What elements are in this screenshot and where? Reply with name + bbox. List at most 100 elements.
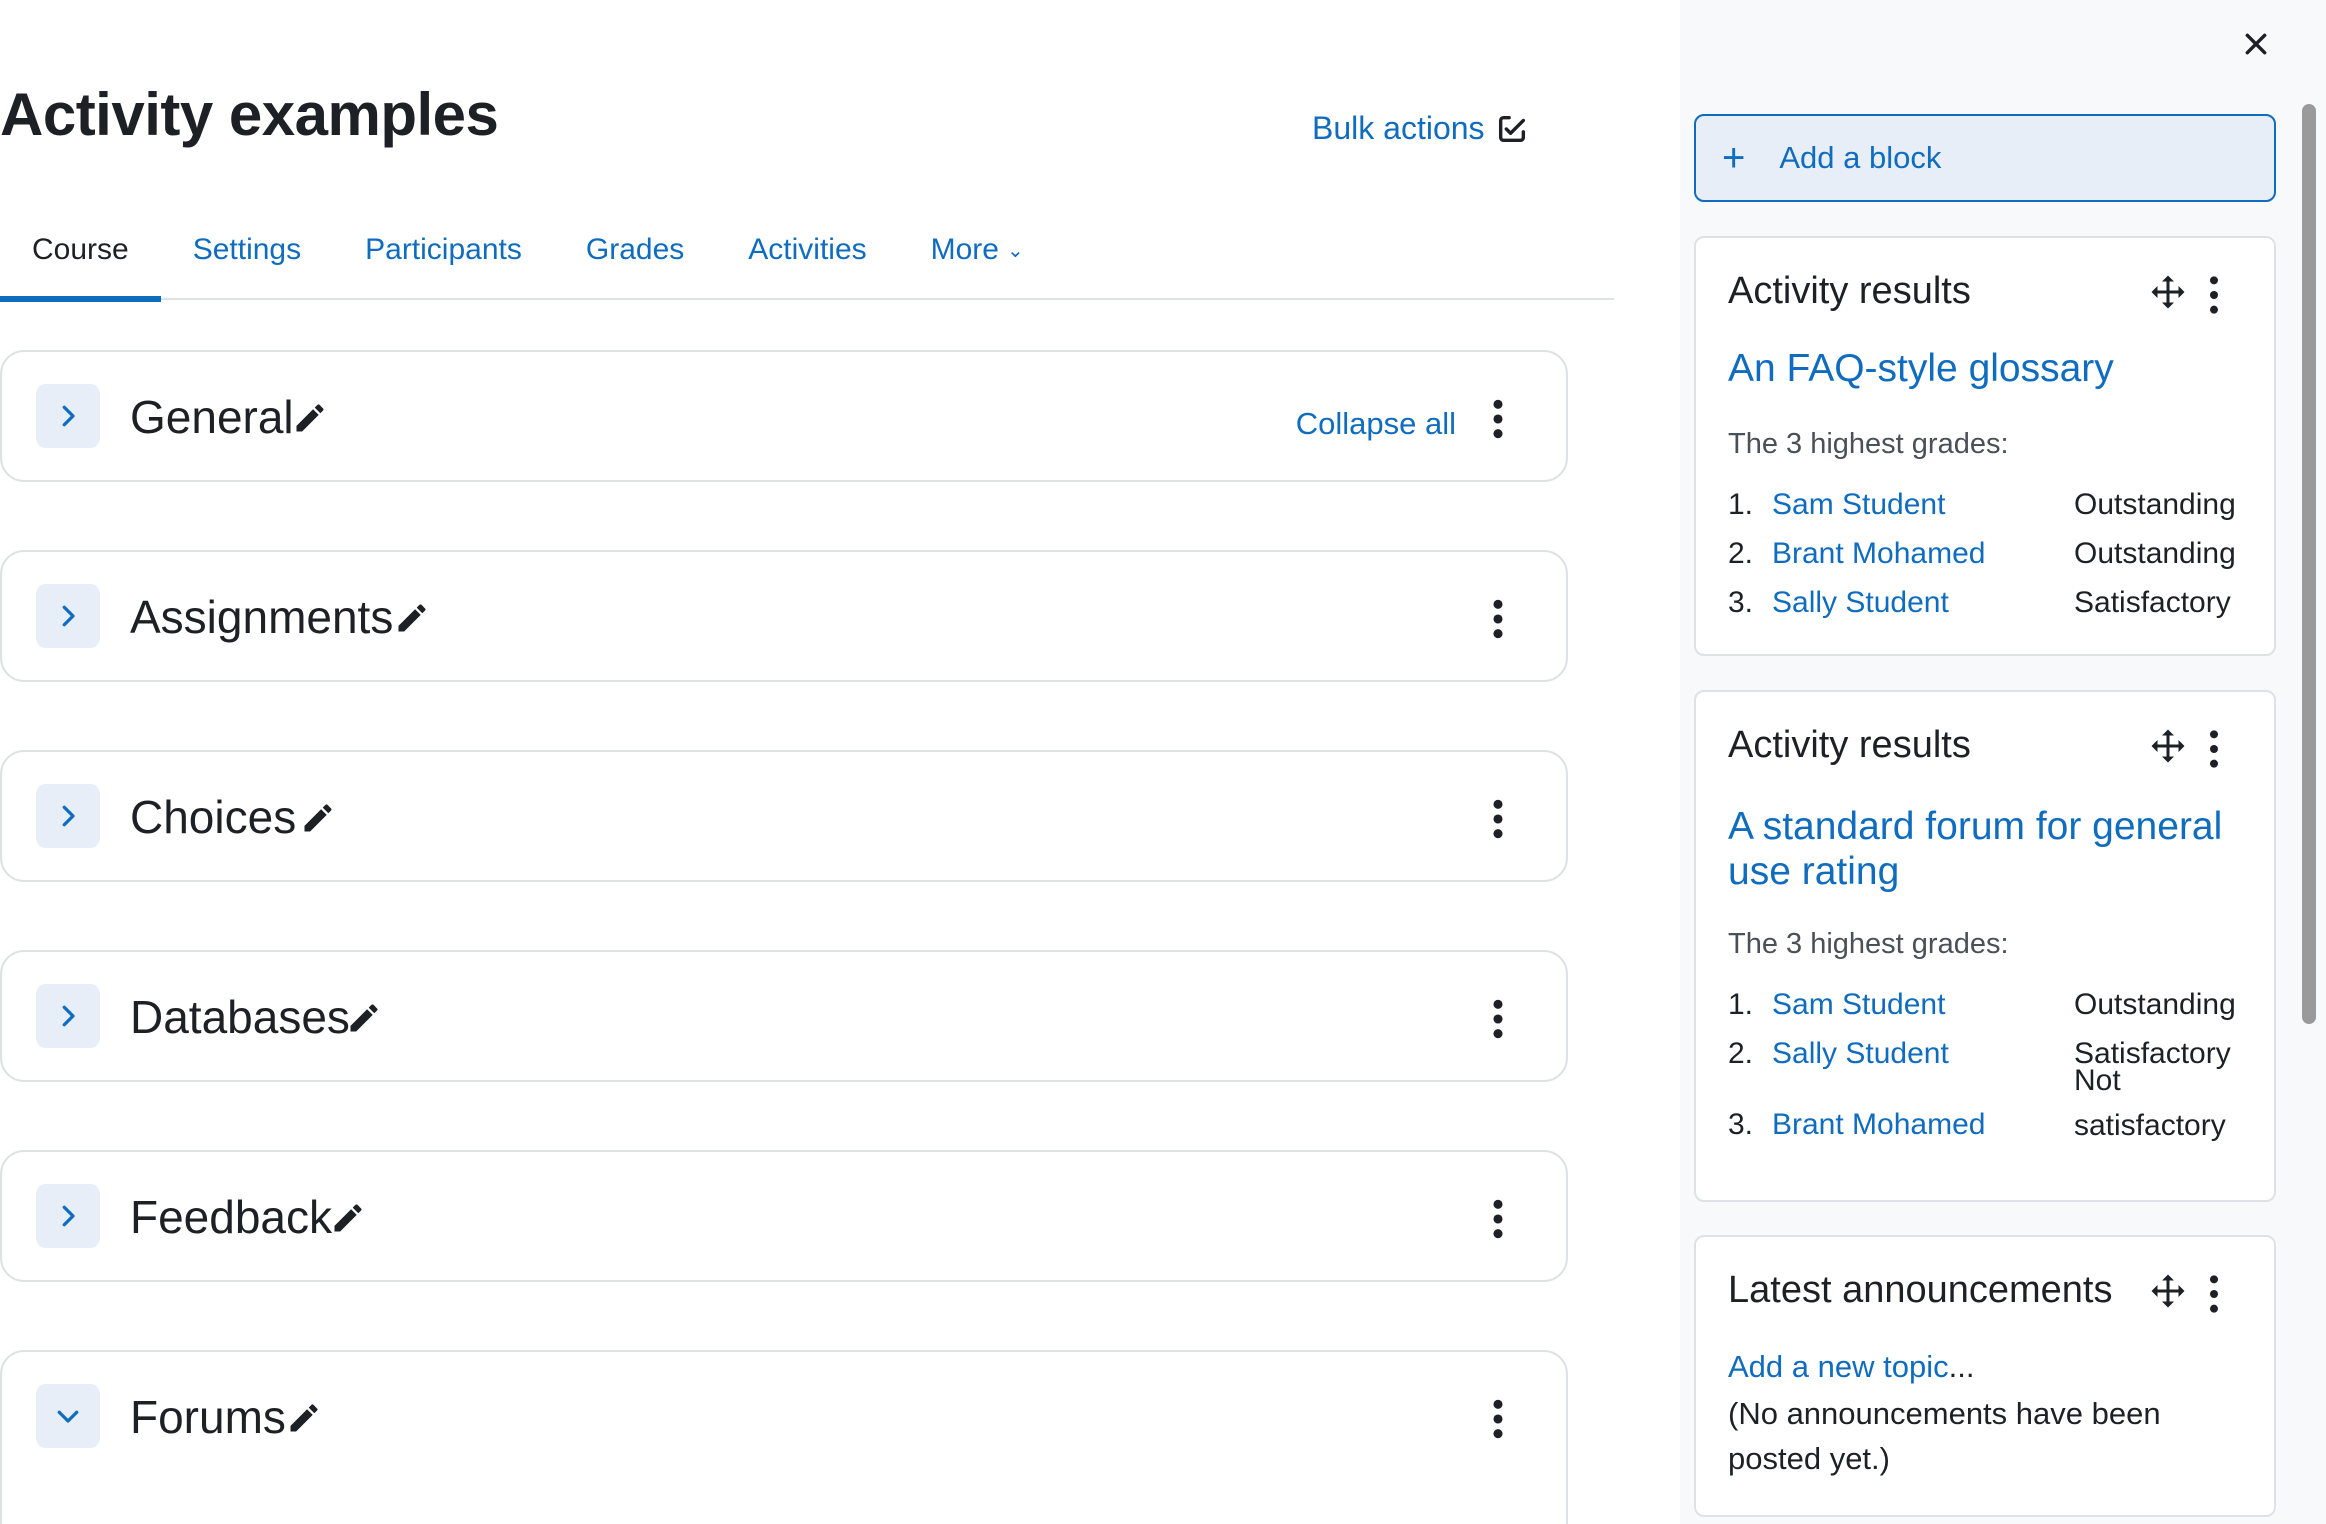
grade-value: Not satisfactory [2074, 1064, 2226, 1142]
close-icon [2245, 33, 2267, 55]
section-databases: Databases [0, 950, 1568, 1082]
block-drawer: + Add a block Activity results An FAQ-st… [1680, 0, 2326, 1524]
chevron-right-icon [62, 605, 75, 627]
grade-value: Outstanding [2074, 537, 2236, 570]
tab-more[interactable]: More ⌄ [899, 200, 1056, 300]
block-title: Activity results [1728, 724, 1971, 766]
activity-results-block: Activity results An FAQ-style glossary T… [1694, 236, 2276, 656]
tab-course[interactable]: Course [0, 200, 161, 302]
add-new-topic-link[interactable]: Add a new topic... [1728, 1349, 1974, 1385]
section-name[interactable]: Choices [130, 790, 296, 844]
block-title: Activity results [1728, 270, 1971, 312]
bulk-actions-label: Bulk actions [1312, 110, 1485, 146]
grade-value: Outstanding [2074, 488, 2236, 521]
section-toggle-button[interactable] [36, 1184, 100, 1248]
page-title: Activity examples [0, 81, 499, 148]
pencil-icon[interactable] [292, 400, 328, 436]
kebab-menu-icon [1493, 599, 1503, 639]
grade-rank: 3. [1728, 1108, 1754, 1141]
chevron-down-icon [57, 1410, 79, 1423]
move-icon[interactable] [2150, 1273, 2186, 1309]
move-icon[interactable] [2150, 728, 2186, 764]
course-tabs: Course Settings Participants Grades Acti… [0, 200, 1614, 302]
bulk-edit-icon [1498, 115, 1525, 142]
kebab-menu-icon [2210, 1275, 2218, 1313]
block-title: Latest announcements [1728, 1269, 2113, 1311]
page: Activity examples Bulk actions Course Se… [0, 0, 2326, 1524]
section-toggle-button[interactable] [36, 584, 100, 648]
section-toggle-button[interactable] [36, 984, 100, 1048]
no-announcements-text: (No announcements have been posted yet.) [1728, 1396, 2161, 1476]
grade-rank: 1. [1728, 988, 1754, 1021]
section-forums: Forums [0, 1350, 1568, 1524]
pencil-icon[interactable] [300, 800, 336, 836]
section-toggle-button[interactable] [36, 1384, 100, 1448]
section-menu-button[interactable] [1478, 1394, 1518, 1444]
kebab-menu-icon [1493, 999, 1503, 1039]
kebab-menu-icon [1493, 399, 1503, 439]
student-link[interactable]: Brant Mohamed [1772, 1108, 1985, 1142]
section-menu-button[interactable] [1478, 994, 1518, 1044]
block-menu-button[interactable] [2194, 270, 2234, 320]
section-menu-button[interactable] [1478, 594, 1518, 644]
tab-grades[interactable]: Grades [554, 200, 716, 300]
pencil-icon[interactable] [286, 1400, 322, 1436]
section-name[interactable]: General [130, 390, 294, 444]
grade-value: Outstanding [2074, 988, 2236, 1021]
student-link[interactable]: Brant Mohamed [1772, 537, 1985, 571]
block-menu-button[interactable] [2194, 724, 2234, 774]
block-menu-button[interactable] [2194, 1269, 2234, 1319]
section-choices: Choices [0, 750, 1568, 882]
section-name[interactable]: Feedback [130, 1190, 332, 1244]
student-link[interactable]: Sally Student [1772, 1037, 1949, 1071]
chevron-down-icon: ⌄ [1006, 239, 1024, 262]
collapse-all-link[interactable]: Collapse all [1296, 406, 1456, 442]
section-menu-button[interactable] [1478, 394, 1518, 444]
section-feedback: Feedback [0, 1150, 1568, 1282]
grade-rank: 2. [1728, 537, 1754, 570]
chevron-right-icon [62, 805, 75, 827]
section-menu-button[interactable] [1478, 1194, 1518, 1244]
pencil-icon[interactable] [346, 1000, 382, 1036]
grades-label: The 3 highest grades: [1728, 428, 2009, 460]
section-name[interactable]: Assignments [130, 590, 393, 644]
chevron-right-icon [62, 405, 75, 427]
section-menu-button[interactable] [1478, 794, 1518, 844]
student-link[interactable]: Sam Student [1772, 488, 1945, 522]
section-general: General Collapse all [0, 350, 1568, 482]
activity-link[interactable]: A standard forum for general use rating [1728, 804, 2248, 894]
grade-rank: 2. [1728, 1037, 1754, 1070]
bulk-actions-button[interactable]: Bulk actions [1312, 110, 1529, 147]
kebab-menu-icon [1493, 1199, 1503, 1239]
chevron-right-icon [62, 1005, 75, 1027]
kebab-menu-icon [1493, 1399, 1503, 1439]
section-toggle-button[interactable] [36, 784, 100, 848]
student-link[interactable]: Sally Student [1772, 586, 1949, 620]
close-drawer-button[interactable] [2234, 22, 2278, 66]
section-toggle-button[interactable] [36, 384, 100, 448]
section-assignments: Assignments [0, 550, 1568, 682]
tab-activities[interactable]: Activities [716, 200, 898, 300]
activity-results-block: Activity results A standard forum for ge… [1694, 690, 2276, 1202]
tab-participants[interactable]: Participants [333, 200, 554, 300]
chevron-right-icon [62, 1205, 75, 1227]
tab-settings[interactable]: Settings [161, 200, 333, 300]
kebab-menu-icon [2210, 276, 2218, 314]
pencil-icon[interactable] [394, 600, 430, 636]
plus-icon: + [1722, 136, 1746, 180]
activity-link[interactable]: An FAQ-style glossary [1728, 346, 2248, 391]
move-icon[interactable] [2150, 274, 2186, 310]
kebab-menu-icon [1493, 799, 1503, 839]
drawer-scrollbar[interactable] [2302, 104, 2316, 1024]
section-name[interactable]: Databases [130, 990, 350, 1044]
add-block-label: Add a block [1779, 140, 1942, 175]
grades-label: The 3 highest grades: [1728, 928, 2009, 960]
student-link[interactable]: Sam Student [1772, 988, 1945, 1022]
latest-announcements-block: Latest announcements Add a new topic... … [1694, 1235, 2276, 1517]
pencil-icon[interactable] [330, 1200, 366, 1236]
course-main: Activity examples Bulk actions Course Se… [0, 0, 1680, 1524]
add-block-button[interactable]: + Add a block [1694, 114, 2276, 202]
grade-rank: 3. [1728, 586, 1754, 619]
section-name[interactable]: Forums [130, 1390, 286, 1444]
kebab-menu-icon [2210, 730, 2218, 768]
